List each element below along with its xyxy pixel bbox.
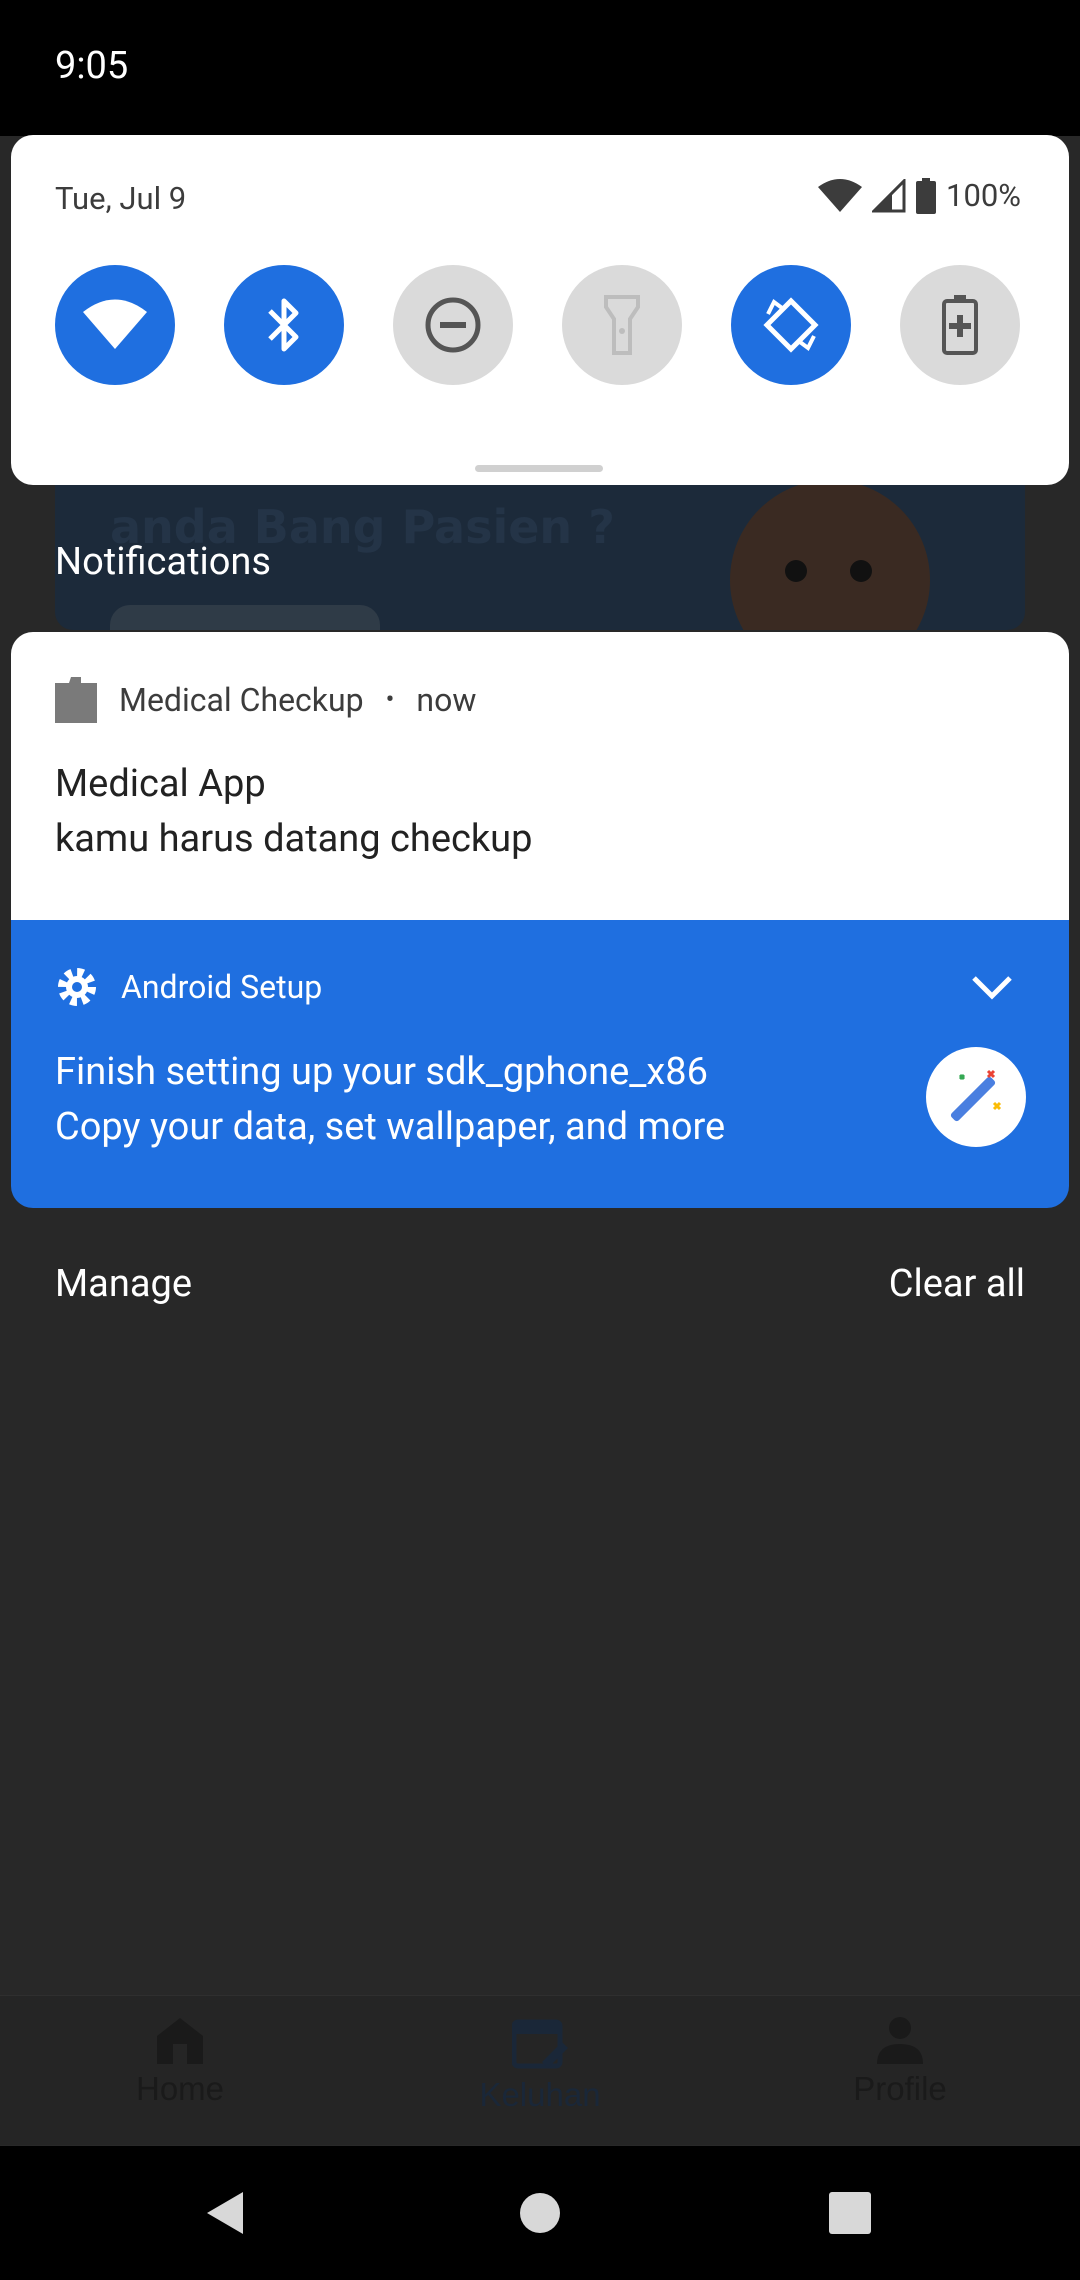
setup-wizard-badge bbox=[926, 1047, 1026, 1147]
battery-percent: 100% bbox=[946, 177, 1021, 214]
notification-text: Copy your data, set wallpaper, and more bbox=[55, 1105, 726, 1149]
home-button-icon[interactable] bbox=[519, 2192, 561, 2234]
tile-dnd[interactable] bbox=[393, 265, 513, 385]
notification-title: Medical App bbox=[55, 762, 266, 806]
notification-app-name: Medical Checkup bbox=[119, 681, 364, 719]
back-icon[interactable] bbox=[205, 2190, 245, 2236]
person-icon bbox=[877, 2017, 923, 2064]
rotate-icon bbox=[763, 297, 819, 353]
bluetooth-icon bbox=[268, 298, 299, 352]
tile-battery-saver[interactable] bbox=[900, 265, 1020, 385]
nav-profile-label: Profile bbox=[853, 2070, 947, 2107]
notification-text: kamu harus datang checkup bbox=[55, 817, 533, 861]
background-bottom-nav: Home Keluhan Profile bbox=[0, 1995, 1080, 2145]
magic-wand-icon bbox=[950, 1069, 1002, 1122]
notification-android-setup[interactable]: Android Setup Finish setting up your sdk… bbox=[11, 920, 1069, 1208]
manage-button[interactable]: Manage bbox=[55, 1262, 192, 1306]
qs-status-icons: 100% bbox=[818, 177, 1021, 214]
calendar-edit-icon bbox=[512, 2019, 568, 2069]
tile-bluetooth[interactable] bbox=[224, 265, 344, 385]
clear-all-button[interactable]: Clear all bbox=[889, 1262, 1025, 1306]
home-icon bbox=[157, 2018, 203, 2064]
wifi-icon bbox=[83, 299, 147, 349]
app-icon bbox=[55, 677, 97, 723]
nav-home: Home bbox=[80, 2016, 280, 2108]
nav-keluhan-label: Keluhan bbox=[479, 2076, 601, 2113]
notifications-header: Notifications bbox=[55, 540, 272, 584]
tile-flashlight[interactable] bbox=[562, 265, 682, 385]
status-bar: 9:05 bbox=[0, 0, 1080, 136]
background-banner-button bbox=[110, 605, 380, 630]
battery-status-icon bbox=[916, 177, 937, 214]
tile-wifi[interactable] bbox=[55, 265, 175, 385]
notification-app-name: Android Setup bbox=[121, 968, 323, 1006]
wifi-status-icon bbox=[818, 178, 863, 212]
notification-time: now bbox=[416, 681, 477, 719]
qs-date: Tue, Jul 9 bbox=[55, 180, 187, 217]
nav-home-label: Home bbox=[135, 2070, 225, 2107]
qs-tiles bbox=[55, 265, 1031, 385]
recents-icon[interactable] bbox=[829, 2192, 871, 2234]
flashlight-icon bbox=[604, 295, 640, 355]
status-time: 9:05 bbox=[55, 44, 129, 88]
notification-app-row: Medical Checkup • now bbox=[55, 677, 476, 723]
notification-medical-checkup[interactable]: Medical Checkup • now Medical App kamu h… bbox=[11, 632, 1069, 920]
system-nav-bar bbox=[0, 2146, 1080, 2280]
chevron-down-icon[interactable] bbox=[971, 975, 1013, 1001]
cellular-signal-icon bbox=[872, 178, 906, 212]
quick-settings-panel: Tue, Jul 9 100% bbox=[11, 135, 1069, 485]
dnd-icon bbox=[425, 297, 481, 353]
battery-saver-icon bbox=[942, 295, 978, 355]
notification-title: Finish setting up your sdk_gphone_x86 bbox=[55, 1050, 708, 1094]
doctor-illustration bbox=[730, 480, 930, 630]
dot-separator: • bbox=[385, 685, 395, 715]
nav-keluhan: Keluhan bbox=[440, 2016, 640, 2114]
notification-app-row: Android Setup bbox=[55, 965, 322, 1009]
qs-drag-handle[interactable] bbox=[475, 465, 603, 472]
tile-auto-rotate[interactable] bbox=[731, 265, 851, 385]
gear-icon bbox=[58, 968, 96, 1006]
nav-profile: Profile bbox=[800, 2016, 1000, 2108]
